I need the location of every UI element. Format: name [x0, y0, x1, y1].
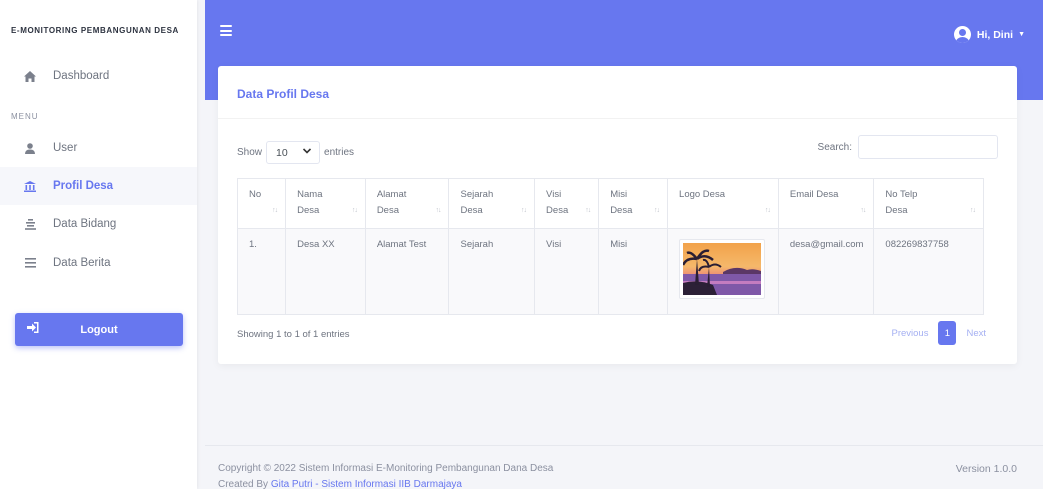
author-link[interactable]: Gita Putri - Sistem Informasi IIB Darmaj…: [271, 479, 462, 489]
avatar: [953, 26, 971, 43]
cell-visi-desa: Visi: [534, 228, 600, 315]
search-input[interactable]: [858, 135, 998, 159]
created-prefix: Created By: [218, 479, 271, 489]
cell-no-telp-desa: 082269837758: [873, 228, 984, 315]
logout-label: Logout: [80, 323, 118, 336]
previous-page-button[interactable]: Previous: [881, 328, 938, 339]
profil-desa-card: Data Profil Desa Show 10 entries Search:…: [218, 66, 1017, 364]
search-control: Search:: [818, 135, 998, 159]
sort-icon: ↑↓: [521, 207, 527, 214]
card-header: Data Profil Desa: [218, 66, 1017, 119]
footer: Copyright © 2022 Sistem Informasi E-Moni…: [205, 445, 1043, 489]
menu-header: MENU: [11, 112, 39, 121]
entries-value: 10: [276, 146, 288, 159]
column-header-visi-desa[interactable]: Visi Desa ↑↓: [534, 178, 600, 229]
column-header-misi-desa[interactable]: Misi Desa ↑↓: [598, 178, 669, 229]
card-title: Data Profil Desa: [237, 87, 330, 101]
user-greeting: Hi, Dini: [976, 28, 1014, 41]
logout-button[interactable]: Logout: [15, 313, 183, 346]
copyright-text: Copyright © 2022 Sistem Informasi E-Moni…: [218, 463, 554, 474]
bars-icon: [22, 255, 38, 271]
cell-misi-desa: Misi: [598, 228, 669, 315]
cell-alamat-desa: Alamat Test: [364, 228, 450, 315]
sort-icon: ↑↓: [764, 207, 771, 214]
cell-no: 1.: [236, 228, 287, 315]
sort-icon: ↑↓: [585, 207, 591, 214]
column-header-nama-desa[interactable]: Nama Desa ↑↓: [285, 178, 366, 229]
sidebar-item-label: Data Bidang: [53, 218, 117, 230]
column-header-no-telp-desa[interactable]: No Telp Desa ↑↓: [873, 178, 984, 229]
column-header-alamat-desa[interactable]: Alamat Desa ↑↓: [364, 178, 450, 229]
sidebar-item-label: Profil Desa: [53, 180, 114, 192]
cell-email-desa: desa@gmail.com: [777, 228, 875, 315]
next-page-button[interactable]: Next: [956, 328, 996, 339]
page-1-button[interactable]: 1: [938, 321, 957, 345]
entries-length-control: Show 10 entries: [237, 141, 354, 164]
sort-icon: ↑↓: [351, 207, 358, 214]
sidebar-item-profil-desa[interactable]: Profil Desa: [0, 167, 197, 205]
chevron-down-icon: [302, 146, 312, 156]
column-header-sejarah-desa[interactable]: Sejarah Desa ↑↓: [448, 178, 536, 229]
sort-icon: ↑↓: [654, 207, 660, 214]
home-icon: [22, 68, 38, 84]
show-label: Show: [237, 147, 263, 158]
user-dropdown[interactable]: Hi, Dini ▼: [953, 26, 1025, 43]
sort-icon: ↑↓: [860, 207, 866, 214]
sort-icon: ↑↓: [435, 207, 441, 214]
version-text: Version 1.0.0: [955, 463, 1017, 475]
search-label: Search:: [817, 141, 852, 153]
caret-down-icon: ▼: [1018, 31, 1025, 38]
column-header-email-desa[interactable]: Email Desa ↑↓: [777, 178, 875, 229]
sidebar-item-data-bidang[interactable]: Data Bidang: [0, 205, 197, 243]
cell-logo-desa: [667, 228, 779, 315]
column-header-logo-desa[interactable]: Logo Desa ↑↓: [667, 178, 779, 229]
brand-title: E-MONITORING PEMBANGUNAN DESA: [11, 26, 179, 35]
user-icon: [22, 140, 38, 156]
sort-icon: ↑↓: [272, 207, 278, 214]
cell-nama-desa: Desa XX: [285, 228, 366, 315]
table-row: 1. Desa XX Alamat Test Sejarah Visi Misi: [236, 228, 984, 315]
sidebar-item-label: Data Berita: [53, 257, 111, 269]
entries-label: entries: [324, 147, 355, 158]
table-header-row: No ↑↓ Nama Desa ↑↓ Alamat Desa ↑↓ Sejarah D…: [236, 178, 984, 229]
profil-desa-table: No ↑↓ Nama Desa ↑↓ Alamat Desa ↑↓ Sejarah D…: [236, 178, 984, 315]
logo-desa-image: [679, 239, 766, 299]
sidebar-item-data-berita[interactable]: Data Berita: [0, 244, 197, 282]
list-stack-icon: [22, 216, 38, 232]
pagination: Previous 1 Next: [881, 321, 996, 345]
sidebar-item-user[interactable]: User: [0, 129, 197, 167]
hamburger-menu-icon[interactable]: [220, 25, 232, 36]
sidebar-item-dashboard[interactable]: Dashboard: [0, 57, 197, 95]
sidebar-item-label: Dashboard: [53, 70, 110, 82]
entries-select[interactable]: 10: [266, 141, 321, 164]
sort-icon: ↑↓: [970, 207, 976, 214]
sidebar-item-label: User: [53, 142, 78, 154]
bank-icon: [22, 178, 38, 194]
cell-sejarah-desa: Sejarah: [448, 228, 536, 315]
table-info: Showing 1 to 1 of 1 entries: [237, 329, 350, 340]
sidebar: E-MONITORING PEMBANGUNAN DESA Dashboard …: [0, 0, 197, 489]
column-header-no[interactable]: No ↑↓: [236, 178, 287, 229]
created-by-text: Created By Gita Putri - Sistem Informasi…: [218, 479, 462, 489]
